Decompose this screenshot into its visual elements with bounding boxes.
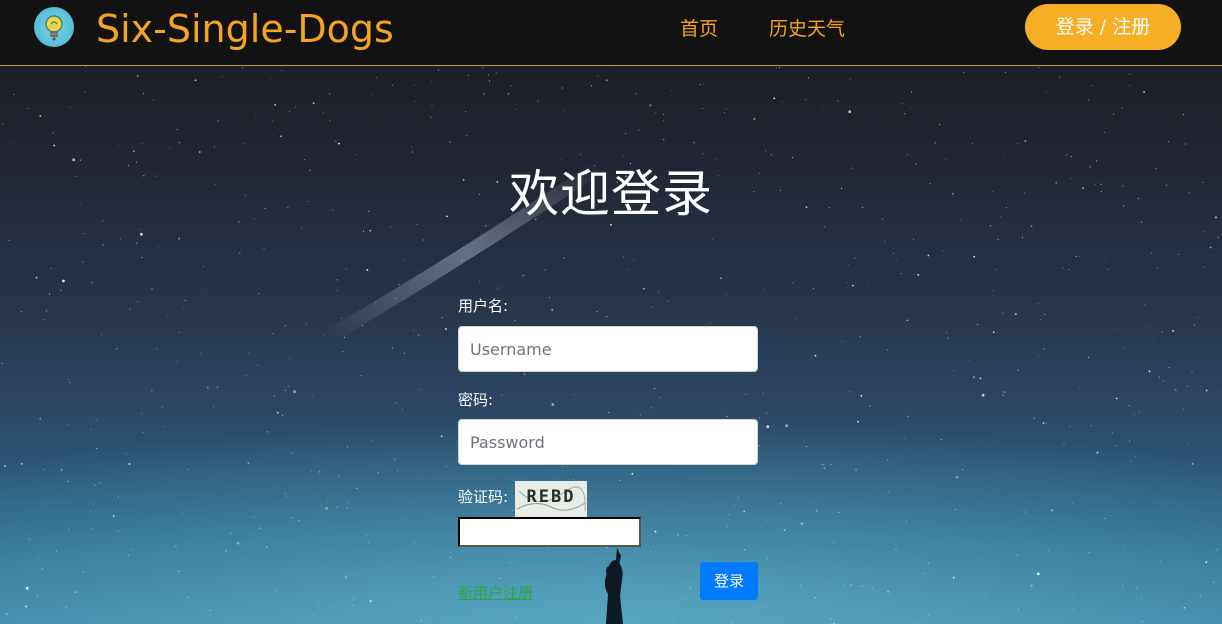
welcome-heading: 欢迎登录 <box>509 165 713 223</box>
password-label: 密码: <box>458 391 494 409</box>
new-user-register-link[interactable]: 新用户注册 <box>458 583 533 603</box>
top-navbar: Six-Single-Dogs 首页 历史天气 登录 / 注册 <box>0 0 1222 66</box>
nav-home-link[interactable]: 首页 <box>680 14 718 44</box>
captcha-text: REBD <box>527 487 576 507</box>
username-label: 用户名: <box>458 297 509 315</box>
lightbulb-logo-icon[interactable] <box>34 7 74 47</box>
login-register-button[interactable]: 登录 / 注册 <box>1025 4 1181 50</box>
nav-history-weather-link[interactable]: 历史天气 <box>769 14 845 44</box>
captcha-input[interactable] <box>458 517 641 547</box>
login-submit-button[interactable]: 登录 <box>700 562 758 600</box>
brand-title[interactable]: Six-Single-Dogs <box>96 4 394 54</box>
captcha-image[interactable]: REBD <box>515 481 587 517</box>
password-input[interactable] <box>458 419 758 465</box>
captcha-label: 验证码: <box>458 488 509 506</box>
username-input[interactable] <box>458 326 758 372</box>
